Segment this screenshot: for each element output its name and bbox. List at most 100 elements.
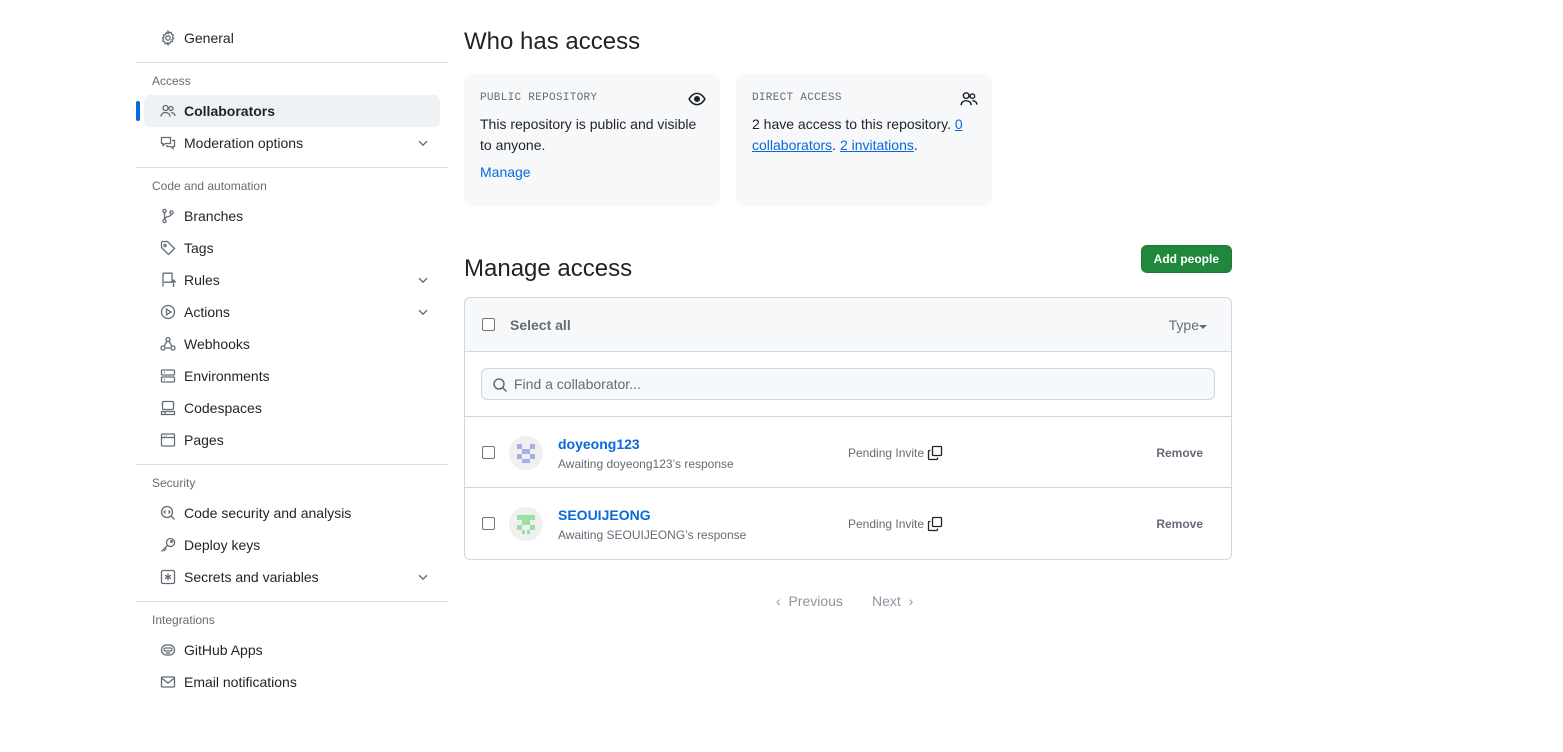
row-checkbox[interactable]: [482, 517, 495, 530]
sidebar-item-moderation-options[interactable]: Moderation options: [144, 127, 440, 159]
eye-icon: [688, 92, 706, 106]
sidebar-item-general[interactable]: General: [144, 22, 440, 54]
key-asterisk-icon: [160, 569, 176, 585]
find-collaborator-input[interactable]: [514, 369, 1204, 399]
access-text: have access to this repository.: [759, 116, 955, 132]
settings-sidebar: General Access Collaborators Moderation …: [136, 22, 448, 698]
mail-icon: [160, 674, 176, 690]
pending-invite-label: Pending Invite: [848, 517, 925, 531]
card-label: DIRECT ACCESS: [752, 92, 842, 104]
sidebar-item-deploy-keys[interactable]: Deploy keys: [144, 529, 440, 561]
sidebar-item-label: Tags: [184, 240, 214, 256]
remove-button[interactable]: Remove: [1156, 517, 1203, 531]
sidebar-item-codespaces[interactable]: Codespaces: [144, 392, 440, 424]
group-title-access: Access: [152, 74, 191, 88]
add-people-button[interactable]: Add people: [1140, 245, 1232, 273]
manage-access-title: Manage access: [464, 255, 633, 282]
who-has-access-title: Who has access: [464, 28, 641, 55]
copy-icon[interactable]: [927, 445, 943, 461]
card-text: This repository is public and visible to…: [480, 116, 697, 153]
caret-down-icon[interactable]: [1199, 325, 1207, 329]
invitations-link[interactable]: 2 invitations: [840, 137, 914, 153]
sidebar-item-environments[interactable]: Environments: [144, 360, 440, 392]
chevron-down-icon[interactable]: [416, 273, 430, 287]
sidebar-item-label: Environments: [184, 368, 270, 384]
collaborator-username-link[interactable]: doyeong123: [558, 436, 640, 452]
avatar[interactable]: [509, 507, 543, 541]
sidebar-item-email-notifications[interactable]: Email notifications: [144, 666, 440, 698]
sidebar-item-label: Actions: [184, 304, 230, 320]
group-title-code-automation: Code and automation: [152, 179, 267, 193]
sidebar-item-pages[interactable]: Pages: [144, 424, 440, 456]
search-box: [481, 368, 1215, 400]
server-icon: [160, 368, 176, 384]
divider: [136, 601, 448, 602]
chevron-down-icon[interactable]: [416, 136, 430, 150]
main-content: Who has access PUBLIC REPOSITORY This re…: [464, 22, 1232, 613]
pending-invite-label: Pending Invite: [848, 446, 925, 460]
gear-icon: [160, 30, 176, 46]
sidebar-item-label: General: [184, 30, 234, 46]
group-title-security: Security: [152, 476, 196, 490]
chevron-down-icon[interactable]: [416, 305, 430, 319]
select-all-label[interactable]: Select all: [510, 317, 571, 333]
card-label: PUBLIC REPOSITORY: [480, 92, 598, 104]
people-icon: [160, 103, 176, 119]
chevron-down-icon[interactable]: [416, 570, 430, 584]
collaborator-row: doyeong123 Awaiting doyeong123’s respons…: [465, 417, 1231, 488]
sidebar-item-tags[interactable]: Tags: [144, 232, 440, 264]
next-label: Next: [872, 593, 901, 609]
copy-icon[interactable]: [927, 516, 943, 532]
period-text: .: [913, 137, 918, 153]
browser-icon: [160, 432, 176, 448]
git-branch-icon: [160, 208, 176, 224]
divider: [136, 167, 448, 168]
separator-text: .: [832, 137, 840, 153]
access-count: 2: [752, 116, 760, 132]
sidebar-item-branches[interactable]: Branches: [144, 200, 440, 232]
collaborator-row: SEOUIJEONG Awaiting SEOUIJEONG’s respons…: [465, 488, 1231, 559]
search-icon: [493, 378, 508, 393]
comment-discussion-icon: [160, 135, 176, 151]
chevron-left-icon: ‹: [776, 593, 789, 609]
previous-label: Previous: [788, 593, 843, 609]
type-filter-dropdown[interactable]: Type: [1169, 317, 1199, 333]
sidebar-item-actions[interactable]: Actions: [144, 296, 440, 328]
remove-button[interactable]: Remove: [1156, 446, 1203, 460]
sidebar-item-label: Webhooks: [184, 336, 250, 352]
key-icon: [160, 537, 176, 553]
select-all-checkbox[interactable]: [482, 318, 495, 331]
access-summary-cards: PUBLIC REPOSITORY This repository is pub…: [464, 74, 1232, 206]
previous-page-button[interactable]: ‹ Previous: [776, 593, 843, 609]
codescan-icon: [160, 505, 176, 521]
codespaces-icon: [160, 400, 176, 416]
sidebar-item-label: Secrets and variables: [184, 569, 319, 585]
search-row: [465, 352, 1231, 417]
direct-access-card: DIRECT ACCESS 2 have access to this repo…: [736, 74, 992, 206]
people-icon: [960, 92, 978, 106]
sidebar-item-secrets-variables[interactable]: Secrets and variables: [144, 561, 440, 593]
sidebar-item-label: Code security and analysis: [184, 505, 352, 521]
play-icon: [160, 304, 176, 320]
card-text: 2 have access to this repository. 0 coll…: [752, 114, 976, 156]
collaborator-username-link[interactable]: SEOUIJEONG: [558, 507, 651, 523]
avatar[interactable]: [509, 436, 543, 470]
sidebar-item-rules[interactable]: Rules: [144, 264, 440, 296]
group-title-integrations: Integrations: [152, 613, 215, 627]
tag-icon: [160, 240, 176, 256]
sidebar-item-collaborators[interactable]: Collaborators: [136, 95, 440, 127]
sidebar-item-github-apps[interactable]: GitHub Apps: [144, 634, 440, 666]
sidebar-item-label: Email notifications: [184, 674, 297, 690]
divider: [136, 62, 448, 63]
sidebar-item-label: Pages: [184, 432, 224, 448]
sidebar-item-code-security[interactable]: Code security and analysis: [144, 497, 440, 529]
sidebar-item-label: Branches: [184, 208, 244, 224]
next-page-button[interactable]: Next ›: [872, 593, 913, 609]
sidebar-item-label: GitHub Apps: [184, 642, 263, 658]
hubot-icon: [160, 642, 176, 658]
row-checkbox[interactable]: [482, 446, 495, 459]
sidebar-item-label: Moderation options: [184, 135, 304, 151]
sidebar-item-label: Codespaces: [184, 400, 262, 416]
manage-link[interactable]: Manage: [480, 164, 704, 180]
sidebar-item-webhooks[interactable]: Webhooks: [144, 328, 440, 360]
